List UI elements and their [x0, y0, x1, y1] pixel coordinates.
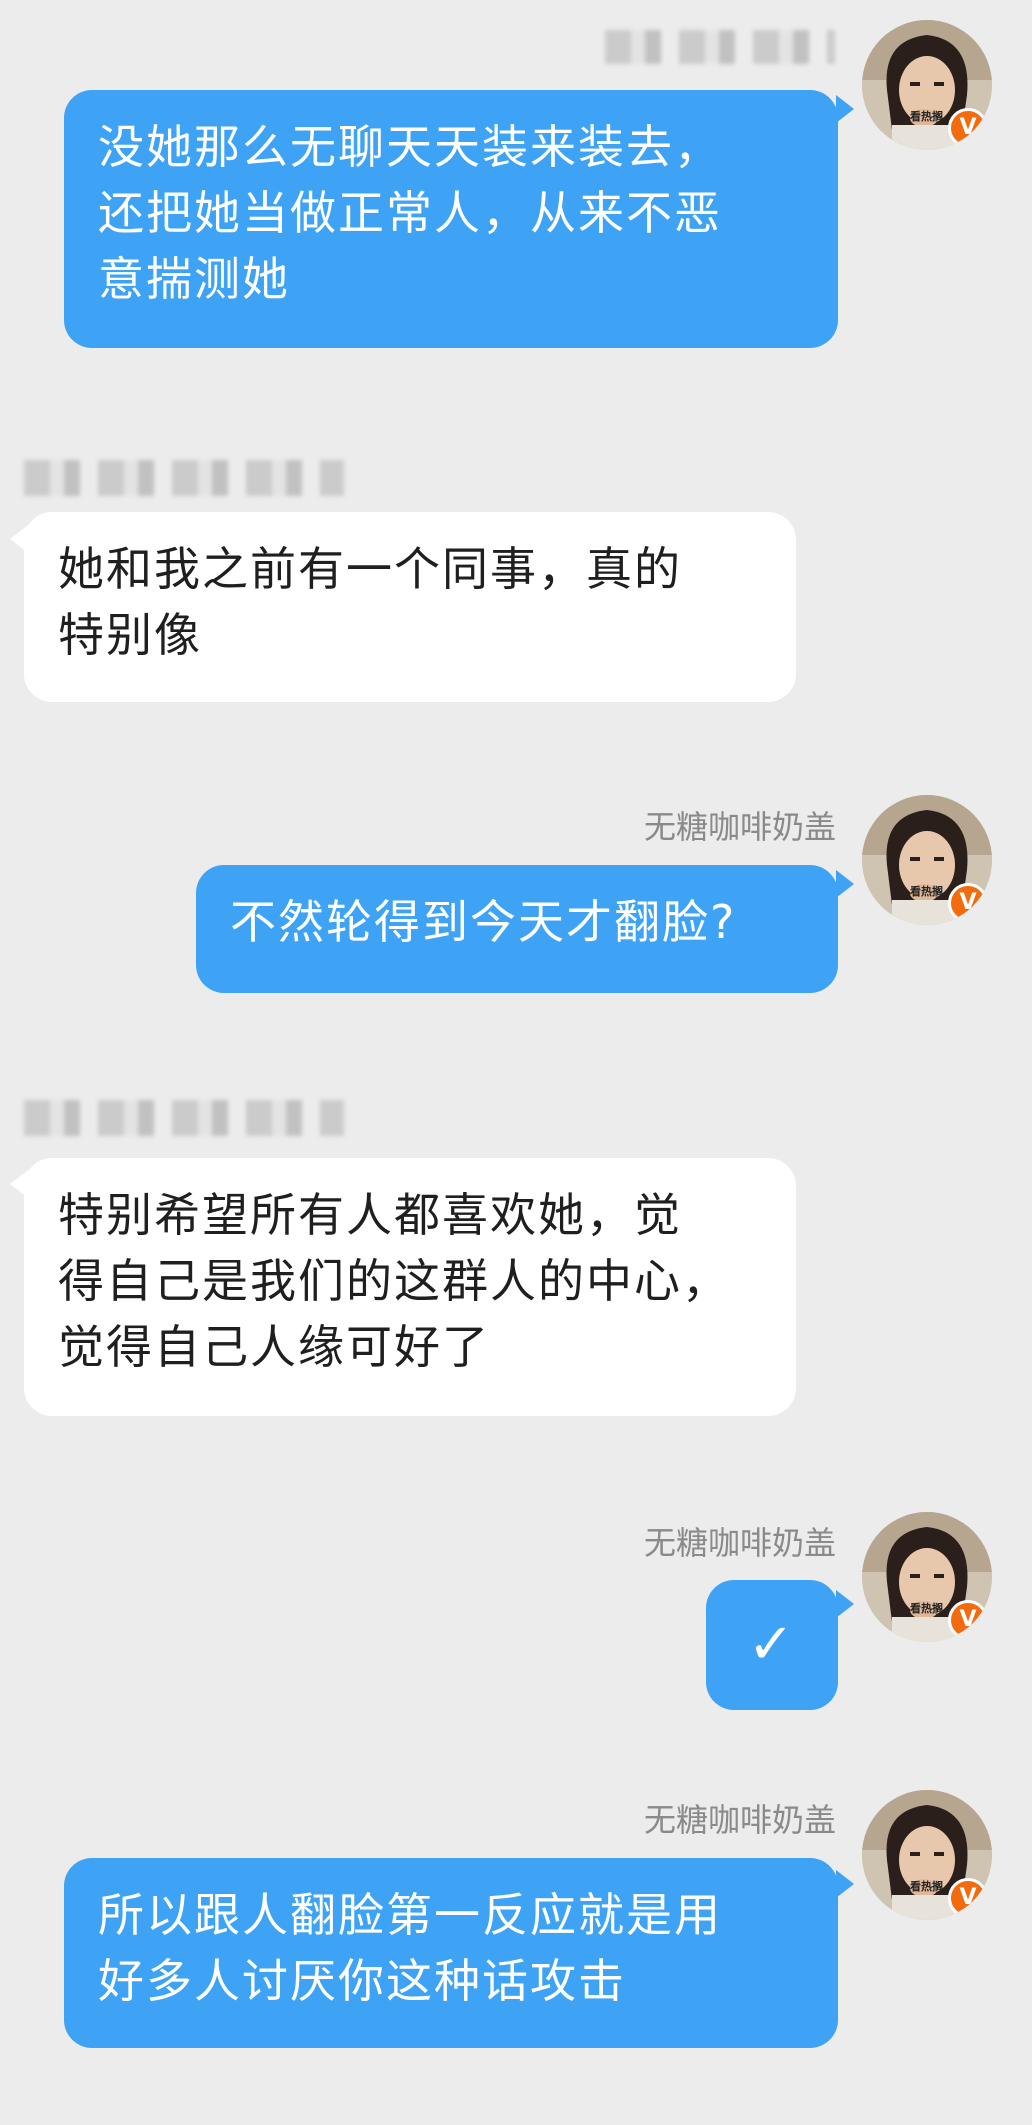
message-line: 特别像: [58, 608, 202, 662]
message-line: 得自己是我们的这群人的中心，: [58, 1254, 730, 1308]
bubble-tail: [836, 1870, 854, 1898]
avatar[interactable]: 看热搁 V: [862, 1790, 992, 1920]
sender-name: 无糖咖啡奶盖: [643, 1801, 836, 1839]
sender-name: 无糖咖啡奶盖: [643, 808, 836, 846]
avatar[interactable]: 看热搁 V: [862, 20, 992, 150]
v-verified-icon: V: [948, 1878, 988, 1918]
check-message-bubble[interactable]: ✓: [706, 1580, 838, 1710]
sender-name: 无糖咖啡奶盖: [643, 1524, 836, 1562]
avatar[interactable]: 看热搁 V: [862, 795, 992, 925]
message-line: 所以跟人翻脸第一反应就是用: [98, 1888, 722, 1942]
message-line: 没她那么无聊天天装来装去，: [98, 120, 722, 174]
blurred-sender-name: [24, 460, 344, 496]
v-verified-icon: V: [948, 883, 988, 923]
message-line: 好多人讨厌你这种话攻击: [98, 1954, 626, 2008]
message-line: 还把她当做正常人，从来不恶: [98, 186, 722, 240]
bubble-tail: [836, 95, 854, 123]
bubble-tail: [836, 870, 854, 898]
message-line: 意揣测她: [98, 252, 290, 306]
message-bubble-me[interactable]: 没她那么无聊天天装来装去， 还把她当做正常人，从来不恶 意揣测她: [64, 90, 838, 348]
avatar-caption: 看热搁: [910, 110, 943, 123]
avatar-caption: 看热搁: [910, 1880, 943, 1893]
message-line: 不然轮得到今天才翻脸?: [230, 895, 737, 949]
v-verified-icon: V: [948, 1600, 988, 1640]
message-bubble-them[interactable]: 特别希望所有人都喜欢她，觉 得自己是我们的这群人的中心， 觉得自己人缘可好了: [24, 1158, 796, 1416]
v-verified-icon: V: [948, 108, 988, 148]
message-bubble-me[interactable]: 不然轮得到今天才翻脸?: [196, 865, 838, 993]
message-bubble-them[interactable]: 她和我之前有一个同事，真的 特别像: [24, 512, 796, 702]
message-line: 她和我之前有一个同事，真的: [58, 542, 682, 596]
avatar-caption: 看热搁: [910, 1602, 943, 1615]
bubble-tail: [836, 1590, 854, 1618]
blurred-sender-name: [605, 30, 835, 64]
blurred-sender-name: [24, 1100, 344, 1136]
check-icon: ✓: [747, 1612, 797, 1677]
avatar[interactable]: 看热搁 V: [862, 1512, 992, 1642]
message-bubble-me[interactable]: 所以跟人翻脸第一反应就是用 好多人讨厌你这种话攻击: [64, 1858, 838, 2048]
message-line: 觉得自己人缘可好了: [58, 1320, 490, 1374]
avatar-caption: 看热搁: [910, 885, 943, 898]
message-line: 特别希望所有人都喜欢她，觉: [58, 1188, 682, 1242]
